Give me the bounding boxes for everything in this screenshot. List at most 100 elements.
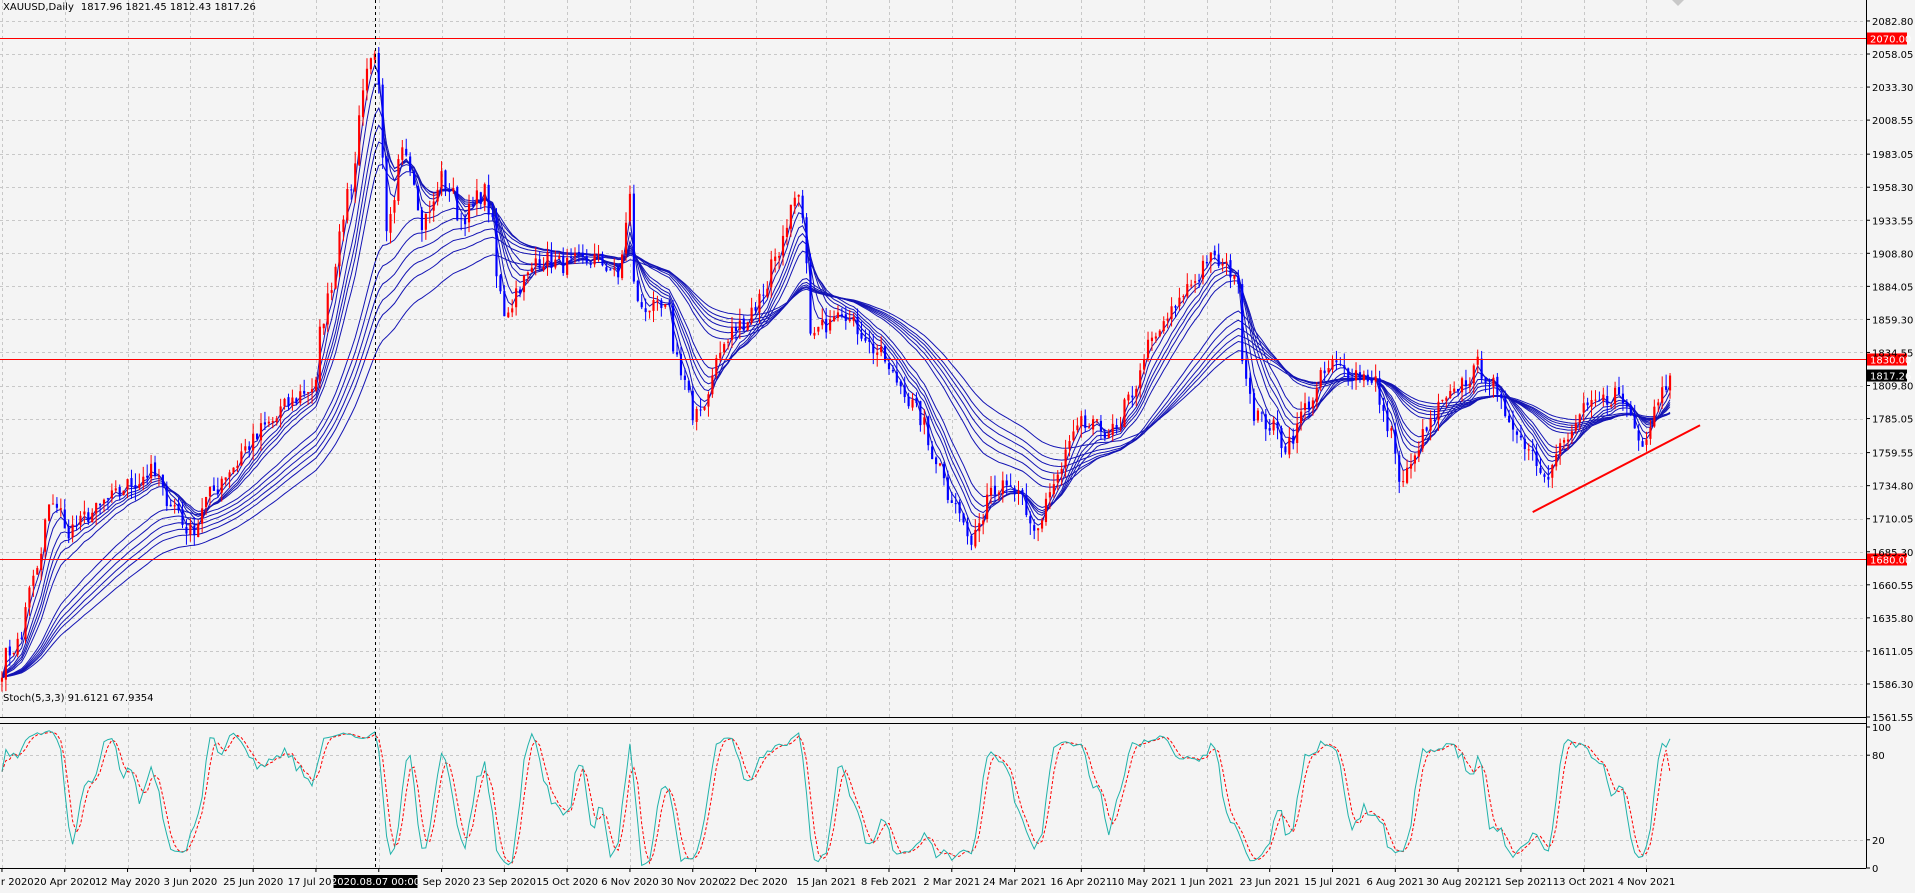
candle-body bbox=[518, 289, 522, 294]
candle-body bbox=[1331, 360, 1334, 370]
stoch-main-line bbox=[1, 730, 1671, 867]
candle-body bbox=[522, 275, 526, 293]
candle-body bbox=[1504, 397, 1507, 417]
candle-body bbox=[303, 390, 306, 394]
candle-body bbox=[1562, 440, 1566, 443]
candle-body bbox=[1197, 280, 1201, 282]
candle-body bbox=[864, 337, 867, 341]
candle-body bbox=[730, 327, 734, 340]
candle-body bbox=[361, 90, 365, 118]
candle-body bbox=[201, 508, 204, 524]
candle-body bbox=[1115, 424, 1118, 428]
price-tick-label: 1958.30 bbox=[1872, 183, 1913, 194]
candle-body bbox=[220, 478, 223, 493]
candle-body bbox=[640, 302, 643, 308]
candle-body bbox=[1009, 485, 1012, 487]
horizontal-levels[interactable] bbox=[0, 38, 1866, 560]
candle-body bbox=[1001, 480, 1004, 495]
candle-body bbox=[1551, 464, 1554, 478]
candle-body bbox=[813, 332, 816, 336]
price-tick-label: 1660.55 bbox=[1872, 581, 1913, 592]
candle-body bbox=[1190, 284, 1193, 286]
price-tick-label: 2008.55 bbox=[1872, 116, 1913, 127]
candle-body bbox=[1296, 423, 1299, 444]
candle-body bbox=[899, 381, 902, 387]
candle-body bbox=[636, 281, 639, 301]
candle-body bbox=[259, 423, 263, 441]
trendline-group[interactable] bbox=[1532, 424, 1701, 513]
current-price-label: 1817.26 bbox=[1870, 372, 1911, 383]
candle-body bbox=[997, 492, 1000, 495]
candle-body bbox=[1103, 433, 1106, 438]
candle-body bbox=[1366, 374, 1369, 382]
price-tick-label: 1809.80 bbox=[1872, 382, 1913, 393]
candle-body bbox=[632, 193, 635, 282]
shift-marker-icon[interactable] bbox=[1672, 0, 1684, 6]
candle-body bbox=[1614, 387, 1617, 404]
candle-body bbox=[1413, 455, 1416, 464]
candle-body bbox=[840, 314, 843, 317]
candle-body bbox=[1402, 481, 1405, 483]
candle-body bbox=[1076, 425, 1079, 431]
candle-body bbox=[613, 268, 616, 270]
candle-body bbox=[809, 262, 812, 334]
candle-body bbox=[47, 504, 51, 521]
candle-body bbox=[825, 318, 828, 333]
candle-body bbox=[1084, 415, 1087, 428]
candle-body bbox=[440, 171, 443, 189]
candle-body bbox=[173, 505, 176, 507]
candle-body bbox=[464, 218, 467, 225]
candle-body bbox=[1386, 410, 1389, 432]
candle-body bbox=[558, 256, 561, 259]
candle-body bbox=[1248, 377, 1252, 394]
candle-body bbox=[460, 218, 463, 220]
candle-body bbox=[1645, 439, 1648, 445]
candle-body bbox=[868, 339, 871, 342]
candle-body bbox=[1574, 423, 1577, 431]
candle-body bbox=[1127, 394, 1130, 401]
candle-body bbox=[1354, 370, 1358, 381]
candle-body bbox=[330, 290, 333, 293]
candle-body bbox=[1460, 378, 1464, 393]
candle-body bbox=[679, 354, 683, 376]
candle-body bbox=[236, 465, 239, 469]
candle-body bbox=[946, 477, 949, 500]
candle-body bbox=[624, 222, 628, 254]
candle-body bbox=[895, 371, 898, 383]
candle-body bbox=[1394, 429, 1397, 454]
candle-body bbox=[381, 84, 384, 158]
candle-body bbox=[738, 320, 741, 330]
chart-window[interactable]: 2070.00 1830.00 1680.00 2082.80 2058.05 2033.… bbox=[0, 0, 1915, 893]
candle-body bbox=[99, 503, 102, 506]
time-tick-label: 27 Mar 2020 bbox=[0, 877, 34, 888]
candle-body bbox=[216, 489, 219, 494]
candle-body bbox=[40, 553, 43, 570]
candle-body bbox=[1241, 284, 1244, 362]
price-tick-label: 1983.05 bbox=[1872, 150, 1913, 161]
candle-body bbox=[1343, 365, 1346, 368]
candle-body bbox=[789, 204, 792, 229]
candle-body bbox=[856, 316, 859, 335]
candle-body bbox=[1362, 374, 1365, 381]
candle-body bbox=[1170, 306, 1173, 319]
candle-body bbox=[793, 197, 796, 207]
candle-body bbox=[597, 253, 600, 255]
candle-body bbox=[499, 275, 502, 292]
chart-canvas[interactable]: 2070.001830.001680.002082.802058.052033.… bbox=[0, 0, 1915, 893]
candle-body bbox=[797, 194, 800, 197]
candle-body bbox=[95, 502, 98, 514]
candle-body bbox=[165, 485, 168, 507]
candle-body bbox=[903, 385, 906, 398]
candle-body bbox=[1040, 520, 1044, 529]
candle-body bbox=[1358, 372, 1362, 381]
candle-body bbox=[467, 203, 471, 223]
candle-body bbox=[479, 192, 482, 204]
time-tick-label: 24 Mar 2021 bbox=[983, 877, 1046, 888]
candle-body bbox=[1531, 450, 1534, 452]
candle-body bbox=[224, 477, 227, 480]
time-tick-label: 21 Sep 2021 bbox=[1489, 877, 1552, 888]
candle-body bbox=[8, 646, 11, 656]
candle-body bbox=[377, 52, 380, 85]
candle-body bbox=[1508, 415, 1511, 423]
candle-body bbox=[993, 485, 997, 495]
